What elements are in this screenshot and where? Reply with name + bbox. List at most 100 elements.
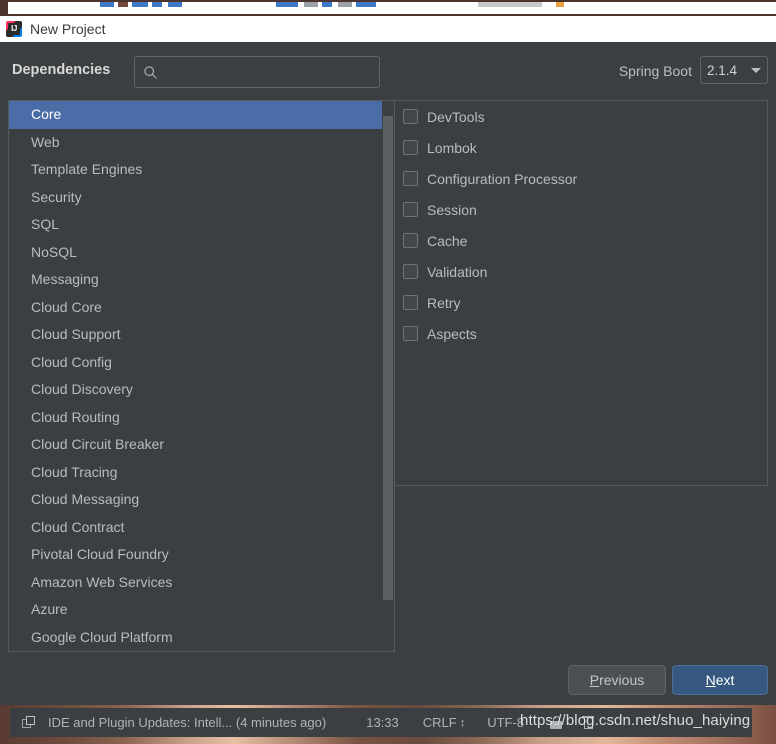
dialog-footer: Previous Next bbox=[0, 662, 776, 704]
dependency-list-item[interactable]: Retry bbox=[395, 287, 768, 318]
line-separator-indicator[interactable]: CRLF bbox=[423, 715, 457, 730]
background-tab-chip bbox=[100, 2, 114, 7]
background-tab-chip bbox=[152, 2, 162, 7]
category-list-item-label: Cloud Tracing bbox=[31, 463, 118, 480]
dependencies-title: Dependencies bbox=[12, 62, 111, 78]
dependency-list-item[interactable]: Aspects bbox=[395, 318, 768, 349]
category-list-item[interactable]: Cloud Core bbox=[9, 294, 382, 322]
next-button-suffix: ext bbox=[715, 672, 735, 688]
window-title-bar: IJ New Project bbox=[0, 16, 776, 42]
category-list-item[interactable]: Amazon Web Services bbox=[9, 569, 382, 597]
category-list-item-label: Azure bbox=[31, 601, 68, 617]
checkbox-icon[interactable] bbox=[403, 202, 418, 217]
category-list-item[interactable]: Cloud Contract bbox=[9, 514, 382, 542]
dependency-list-item-label: Configuration Processor bbox=[427, 170, 578, 187]
checkbox-icon[interactable] bbox=[403, 326, 418, 341]
checkbox-icon[interactable] bbox=[403, 140, 418, 155]
category-list-scrollbar[interactable] bbox=[382, 101, 394, 651]
background-tab-chip bbox=[118, 2, 128, 7]
category-list-item-label: Security bbox=[31, 188, 82, 205]
category-list-item-label: Pivotal Cloud Foundry bbox=[31, 546, 169, 562]
chevron-down-icon bbox=[751, 67, 761, 73]
background-tab-chip bbox=[304, 2, 318, 7]
background-tab-chip bbox=[322, 2, 332, 7]
spring-boot-version-dropdown[interactable]: 2.1.4 bbox=[700, 56, 768, 84]
checkbox-icon[interactable] bbox=[403, 233, 418, 248]
category-list-item-label: Messaging bbox=[31, 271, 99, 287]
dependency-list-item-label: Validation bbox=[427, 263, 488, 280]
category-list-scrollbar-thumb[interactable] bbox=[383, 116, 393, 600]
category-list-item-label: Core bbox=[31, 106, 62, 122]
background-tab-chip bbox=[478, 2, 542, 7]
category-list-item[interactable]: Azure bbox=[9, 596, 382, 624]
dependency-list-item[interactable]: Validation bbox=[395, 256, 768, 287]
category-list-item[interactable]: Security bbox=[9, 184, 382, 212]
category-list-item-label: Cloud Routing bbox=[31, 408, 120, 425]
category-list-item-label: Cloud Circuit Breaker bbox=[31, 436, 165, 452]
category-list-item-label: Template Engines bbox=[31, 161, 143, 177]
previous-button[interactable]: Previous bbox=[568, 665, 666, 695]
checkbox-icon[interactable] bbox=[403, 295, 418, 310]
status-time: 13:33 bbox=[366, 715, 399, 730]
category-list-item[interactable]: NoSQL bbox=[9, 239, 382, 267]
encoding-indicator[interactable]: UTF-8 bbox=[487, 715, 524, 730]
category-list-item[interactable]: SQL bbox=[9, 211, 382, 239]
category-list-item[interactable]: Cloud Messaging bbox=[9, 486, 382, 514]
search-field[interactable] bbox=[134, 56, 380, 88]
category-list-item[interactable]: Cloud Circuit Breaker bbox=[9, 431, 382, 459]
status-message[interactable]: IDE and Plugin Updates: Intell... (4 min… bbox=[48, 715, 326, 730]
dependency-list-item-label: Lombok bbox=[427, 139, 477, 156]
watermark-text: https://blog.csdn.net/shuo_haiying bbox=[520, 712, 751, 729]
category-list-item-label: Google Cloud Platform bbox=[31, 628, 173, 645]
search-input[interactable] bbox=[158, 64, 379, 80]
dependency-list-item[interactable]: Session bbox=[395, 194, 768, 225]
category-list-item-label: NoSQL bbox=[31, 243, 77, 260]
dependency-list-item[interactable]: Cache bbox=[395, 225, 768, 256]
background-tab-chip bbox=[168, 2, 182, 7]
background-tab-chip bbox=[338, 2, 352, 7]
dependency-list-item[interactable]: Configuration Processor bbox=[395, 163, 768, 194]
line-separator-arrows-icon: ↕ bbox=[459, 716, 466, 729]
dependency-list-panel: DevTools Lombok Configuration Processor Ses… bbox=[395, 100, 768, 652]
checkbox-icon[interactable] bbox=[403, 171, 418, 186]
window-title: New Project bbox=[30, 21, 106, 37]
category-list-item[interactable]: Core bbox=[9, 101, 382, 129]
category-list-item-label: Cloud Config bbox=[31, 353, 112, 370]
dialog-content: Dependencies Spring Boot 2.1.4 Core Web Te… bbox=[0, 42, 776, 705]
category-list-item[interactable]: Template Engines bbox=[9, 156, 382, 184]
checkbox-icon[interactable] bbox=[403, 109, 418, 124]
checkbox-icon[interactable] bbox=[403, 264, 418, 279]
windows-layers-icon[interactable] bbox=[22, 715, 36, 730]
dependency-list-item-label: Session bbox=[427, 201, 477, 218]
next-button[interactable]: Next bbox=[672, 665, 768, 695]
category-list-item[interactable]: Cloud Support bbox=[9, 321, 382, 349]
dependency-list-item-label: DevTools bbox=[427, 108, 485, 125]
spring-boot-version-value: 2.1.4 bbox=[707, 62, 738, 78]
dependency-list-item[interactable]: Lombok bbox=[395, 132, 768, 163]
category-list-item[interactable]: Web bbox=[9, 129, 382, 157]
category-list-item-label: Amazon Web Services bbox=[31, 573, 173, 590]
category-list-item[interactable]: Google Cloud Platform bbox=[9, 624, 382, 652]
category-list-item-label: Web bbox=[31, 133, 60, 150]
category-list-item[interactable]: Cloud Discovery bbox=[9, 376, 382, 404]
category-list-item-label: Cloud Support bbox=[31, 326, 121, 342]
previous-button-mnemonic: P bbox=[589, 672, 600, 688]
category-list-item-label: Cloud Core bbox=[31, 298, 102, 315]
category-list-item[interactable]: Pivotal Cloud Foundry bbox=[9, 541, 382, 569]
category-list-item-label: Cloud Contract bbox=[31, 518, 125, 535]
previous-button-suffix: revious bbox=[599, 672, 645, 688]
category-list-item[interactable]: Cloud Tracing bbox=[9, 459, 382, 487]
category-list-item-label: SQL bbox=[31, 216, 60, 232]
intellij-idea-icon: IJ bbox=[6, 21, 22, 37]
dependency-checkbox-list: DevTools Lombok Configuration Processor Ses… bbox=[395, 101, 768, 486]
dependency-list-item[interactable]: DevTools bbox=[395, 101, 768, 132]
background-tab-chip bbox=[132, 2, 148, 7]
category-list-item-label: Cloud Discovery bbox=[31, 381, 133, 397]
new-project-dialog-window: IJ New Project Dependencies Spring Boot … bbox=[0, 0, 776, 744]
category-list-item[interactable]: Cloud Routing bbox=[9, 404, 382, 432]
category-list-item[interactable]: Messaging bbox=[9, 266, 382, 294]
next-button-mnemonic: N bbox=[705, 672, 716, 688]
category-list-item[interactable]: Cloud Config bbox=[9, 349, 382, 377]
spring-boot-label: Spring Boot bbox=[618, 63, 692, 79]
background-window-strip bbox=[0, 0, 776, 16]
